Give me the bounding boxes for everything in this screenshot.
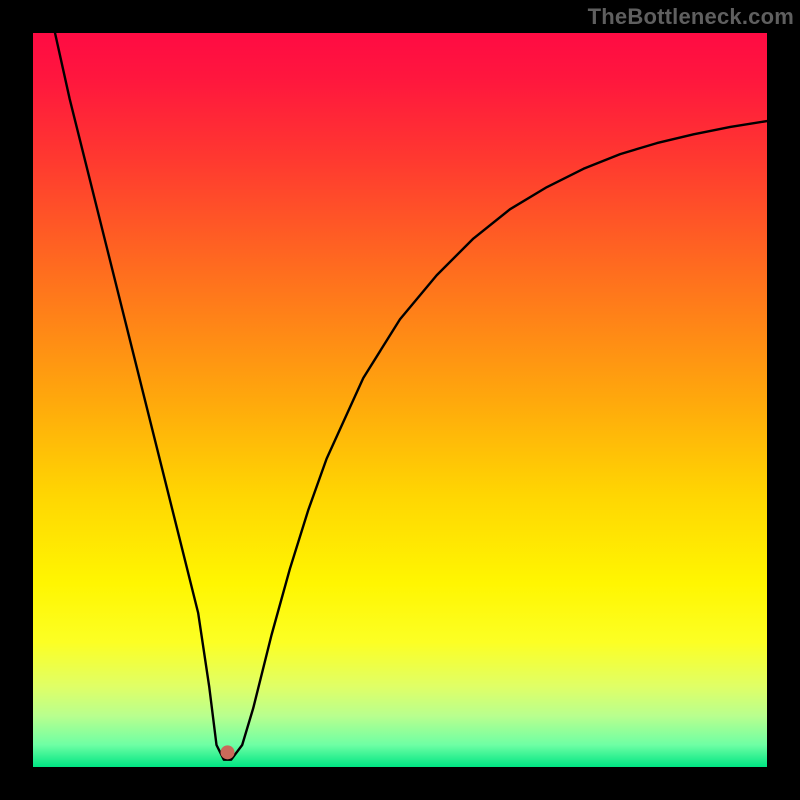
watermark-text: TheBottleneck.com (588, 4, 794, 30)
plot-area (33, 33, 767, 767)
bottleneck-curve (55, 33, 767, 760)
chart-svg (33, 33, 767, 767)
chart-frame: TheBottleneck.com (0, 0, 800, 800)
minimum-marker (221, 745, 235, 759)
